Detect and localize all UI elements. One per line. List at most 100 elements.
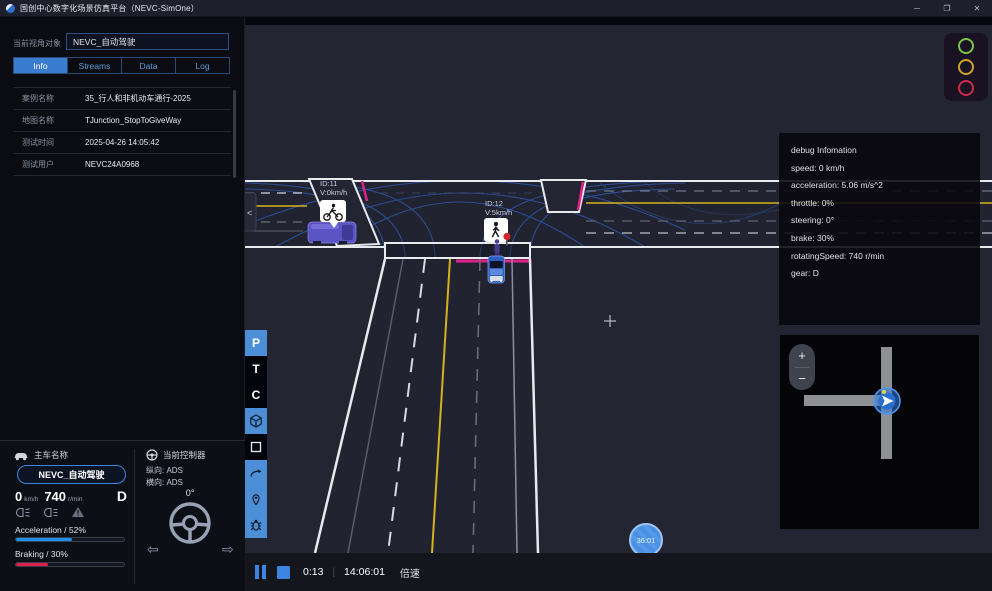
minimap-road-horizontal [804,395,882,406]
debug-row: rotatingSpeed: 740 r/min [791,248,968,266]
info-row-case-name: 案例名称 35_行人和非机动车通行-2025 [13,88,231,110]
vehicle-name-label: 主车名称 [34,449,68,461]
high-beam-icon [43,507,59,518]
playback-rate-label[interactable]: 倍速 [400,565,420,580]
sidebar-collapse-tab[interactable]: < [245,193,256,231]
countdown-bubble: 36:01 [629,523,663,557]
tool-location-button[interactable] [245,486,267,512]
tool-strip: P T C [245,330,267,538]
route-arrow-icon [249,466,263,480]
view-object-input[interactable] [66,33,229,50]
acceleration-fill [16,538,72,541]
info-value: NEVC24A0968 [85,160,139,169]
speed-unit: km/h [24,496,38,503]
lateral-controller: 横向: ADS [146,477,183,488]
acceleration-bar [15,537,125,542]
indicator-row [15,506,85,518]
case-info-list: 案例名称 35_行人和非机动车通行-2025 地图名称 TJunction_St… [13,87,231,176]
debug-row: speed: 0 km/h [791,160,968,178]
debug-row: throttle: 0% [791,195,968,213]
tool-3d-view-button[interactable] [245,408,267,434]
speed-readout: 0 km/h 740 r/min D [15,488,127,504]
tool-t-button[interactable]: T [245,356,267,382]
pause-button[interactable] [255,565,266,579]
steering-wheel-icon [146,449,158,461]
app-logo-icon [6,4,15,13]
minimap-zoom-control: + − [789,344,815,390]
ego-vehicle[interactable] [488,256,505,283]
minimap-panel[interactable]: + − [779,334,980,530]
panel-divider [134,449,135,584]
tool-p-button[interactable]: P [245,330,267,356]
controller-header: 当前控制器 [146,449,206,461]
van-actor[interactable] [308,222,356,244]
info-value: 2025-04-26 14:05:42 [85,138,159,147]
minimize-button[interactable]: ─ [902,0,932,17]
tool-debug-button[interactable] [245,512,267,538]
tool-route-button[interactable] [245,460,267,486]
crosswalk [385,243,530,258]
zoom-in-button[interactable]: + [789,344,815,367]
steering-angle: 0° [140,488,240,498]
window-title: 国创中心数字化场景仿真平台（NEVC-SimOne） [20,3,199,14]
rpm-unit: r/min [68,496,82,503]
red-light-icon [958,80,974,96]
longitudinal-controller: 纵向: ADS [146,465,183,476]
tab-streams[interactable]: Streams [68,58,122,73]
gear-indicator: D [117,488,127,504]
window-controls: ─ ❐ ✕ [902,0,992,17]
info-label: 测试时间 [13,137,85,148]
ego-vehicle-button[interactable]: NEVC_自动驾驶 [17,465,126,484]
debug-panel: debug Infomation speed: 0 km/h accelerat… [779,133,980,325]
steer-left-arrow-icon[interactable]: ⇦ [147,541,159,558]
steering-wheel-graphic [158,499,222,551]
debug-row: acceleration: 5.06 m/s^2 [791,177,968,195]
elapsed-time: 0:13 [303,566,323,578]
time-separator: | [332,567,335,578]
hazard-warning-icon [71,506,85,518]
info-label: 地图名称 [13,115,85,126]
maximize-button[interactable]: ❐ [932,0,962,17]
info-value: 35_行人和非机动车通行-2025 [85,93,191,104]
close-button[interactable]: ✕ [962,0,992,17]
info-value: TJunction_StopToGiveWay [85,116,181,125]
debug-row: gear: D [791,265,968,283]
info-row-map-name: 地图名称 TJunction_StopToGiveWay [13,110,231,132]
bug-icon [249,518,263,532]
debug-row: brake: 30% [791,230,968,248]
playback-bar: 0:13 | 14:06:01 倍速 [245,553,992,591]
countdown-value: 36:01 [637,536,656,545]
tab-log[interactable]: Log [176,58,229,73]
actor-id-label: ID:12 [485,199,503,208]
vehicle-panel: 主车名称 NEVC_自动驾驶 0 km/h 740 r/min D Acc [0,440,245,591]
steer-right-arrow-icon[interactable]: ⇨ [222,541,234,558]
debug-title: debug Infomation [791,142,968,160]
braking-bar [15,562,125,567]
green-light-icon [958,38,974,54]
ev-car-icon [13,450,29,461]
tool-select-button[interactable] [245,434,267,460]
location-pin-icon [249,492,263,506]
info-row-test-time: 测试时间 2025-04-26 14:05:42 [13,132,231,154]
zoom-out-button[interactable]: − [789,368,815,391]
debug-row: steering: 0° [791,212,968,230]
controller-label: 当前控制器 [163,449,206,461]
collapse-arrow-icon: < [247,208,252,218]
yellow-light-icon [958,59,974,75]
stop-button[interactable] [277,566,290,579]
actor-id-label: ID:11 [320,179,337,188]
square-icon [249,440,263,454]
tool-c-button[interactable]: C [245,382,267,408]
sidebar-scrollbar[interactable] [233,90,236,178]
viewport[interactable]: ID:11 V:0km/h ID:12 V:5km/h [245,17,992,591]
cube-icon [249,414,263,428]
tab-data[interactable]: Data [122,58,176,73]
braking-label: Braking / 30% [15,549,68,559]
sim-clock: 14:06:01 [344,566,385,578]
info-row-test-user: 测试用户 NEVC24A0968 [13,154,231,176]
info-label: 测试用户 [13,159,85,170]
low-beam-icon [15,507,31,518]
traffic-light-panel [944,33,988,101]
tab-bar: Info Streams Data Log [13,57,230,74]
tab-info[interactable]: Info [14,58,68,73]
